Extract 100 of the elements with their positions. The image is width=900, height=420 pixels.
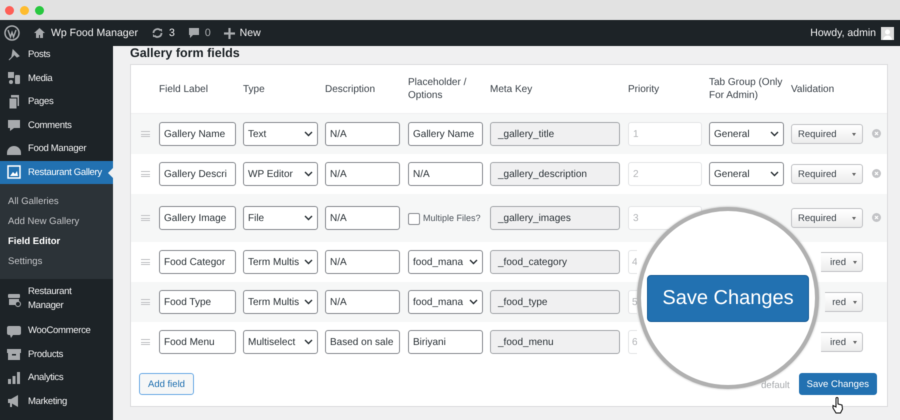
input-field[interactable]: N/A <box>325 250 400 274</box>
input-field[interactable]: N/A <box>325 122 400 146</box>
account-link[interactable]: Howdy, admin <box>810 26 894 40</box>
select-field[interactable]: Multiselect <box>243 330 318 354</box>
chevron-down-icon <box>304 171 313 177</box>
drag-handle-icon[interactable] <box>141 259 150 265</box>
select-field[interactable]: File <box>243 206 318 230</box>
sidebar-item[interactable]: Products <box>0 342 113 366</box>
chevron-down-icon <box>304 215 313 221</box>
column-header: Priority <box>628 82 660 96</box>
column-header: Meta Key <box>490 82 534 96</box>
meta-key-field[interactable]: _food_menu <box>490 330 620 354</box>
drag-handle-icon[interactable] <box>141 131 150 137</box>
select-field[interactable]: General <box>709 162 784 186</box>
input-field[interactable]: Food Type <box>159 290 236 314</box>
home-icon <box>33 27 46 39</box>
sidebar-item[interactable]: Restaurant Gallery <box>0 160 113 184</box>
refresh-icon <box>150 27 164 39</box>
remove-icon[interactable] <box>872 213 881 222</box>
validation-select[interactable]: Required <box>791 124 863 144</box>
input-field[interactable]: Biriyani <box>408 330 483 354</box>
sidebar-item[interactable]: Analytics <box>0 366 113 390</box>
checkbox[interactable] <box>408 212 420 224</box>
section-title: Gallery form fields <box>130 47 241 59</box>
updates-link[interactable]: 3 <box>150 27 175 39</box>
drag-handle-icon[interactable] <box>141 215 150 221</box>
input-field[interactable]: Gallery Image <box>159 206 236 230</box>
column-header: Validation <box>791 82 836 96</box>
validation-select[interactable]: ired <box>821 332 863 352</box>
updates-count: 3 <box>168 27 175 39</box>
meta-key-field[interactable]: _gallery_description <box>490 162 620 186</box>
zoom-button[interactable] <box>35 6 44 14</box>
pin-icon <box>6 46 22 63</box>
select-field[interactable]: food_mana <box>408 250 483 274</box>
sidebar-item[interactable]: Food Manager <box>0 137 113 160</box>
select-field[interactable]: Term Multis <box>243 250 318 274</box>
column-header: Placeholder / Options <box>408 76 468 102</box>
close-button[interactable] <box>5 6 14 14</box>
save-changes-button[interactable]: Save Changes <box>647 274 809 322</box>
checkbox-label: Multiple Files? <box>423 212 481 224</box>
drag-handle-icon[interactable] <box>141 339 150 345</box>
sidebar-item[interactable]: Restaurant Manager <box>0 279 113 319</box>
gallery-icon <box>6 164 22 180</box>
submenu-item[interactable]: Add New Gallery <box>0 211 113 231</box>
input-field[interactable]: Food Categor <box>159 250 236 274</box>
wordpress-logo-icon[interactable] <box>4 25 20 41</box>
input-field[interactable]: Gallery Name <box>408 122 483 146</box>
box-icon <box>6 346 22 362</box>
minimize-button[interactable] <box>20 6 29 14</box>
remove-icon[interactable] <box>872 129 881 138</box>
column-header: Description <box>325 82 376 96</box>
meta-key-field[interactable]: _food_type <box>490 290 620 314</box>
avatar-icon <box>881 26 894 40</box>
comments-link[interactable]: 0 <box>188 27 211 39</box>
input-field[interactable]: Based on sale <box>325 330 400 354</box>
store-icon <box>6 291 22 307</box>
column-header: Tab Group (Only For Admin) <box>709 76 784 102</box>
save-changes-button[interactable]: Save Changes <box>798 373 877 395</box>
validation-select[interactable]: Required <box>791 208 863 228</box>
remove-icon[interactable] <box>872 169 881 178</box>
submenu-item[interactable]: Field Editor <box>0 231 113 251</box>
media-icon <box>6 70 22 86</box>
chevron-down-icon <box>469 259 478 265</box>
sidebar-item[interactable]: Media <box>0 66 113 90</box>
select-field[interactable]: Term Multis <box>243 290 318 314</box>
greeting: Howdy, admin <box>810 27 876 39</box>
sidebar-item[interactable]: Comments <box>0 114 113 137</box>
chevron-down-icon <box>770 131 779 137</box>
drag-handle-icon[interactable] <box>141 299 150 305</box>
input-field[interactable]: N/A <box>408 162 483 186</box>
input-field[interactable]: Gallery Name <box>159 122 236 146</box>
sidebar-item[interactable]: Marketing <box>0 390 113 413</box>
sidebar-item[interactable]: WooCommerce <box>0 319 113 342</box>
sidebar-item[interactable]: Posts <box>0 46 113 66</box>
input-field[interactable]: N/A <box>325 290 400 314</box>
comment-icon <box>188 27 200 39</box>
meta-key-field[interactable]: _gallery_title <box>490 122 620 146</box>
validation-select[interactable]: ired <box>821 252 863 272</box>
select-field[interactable]: General <box>709 122 784 146</box>
select-field[interactable]: Text <box>243 122 318 146</box>
validation-select[interactable]: red <box>825 292 863 312</box>
drag-handle-icon[interactable] <box>141 171 150 177</box>
column-header: Type <box>243 82 266 96</box>
site-link[interactable]: Wp Food Manager <box>33 27 138 39</box>
meta-key-field[interactable]: _gallery_images <box>490 206 620 230</box>
select-field[interactable]: food_mana <box>408 290 483 314</box>
select-field[interactable]: WP Editor <box>243 162 318 186</box>
chevron-down-icon <box>770 171 779 177</box>
validation-select[interactable]: Required <box>791 164 863 184</box>
input-field[interactable]: N/A <box>325 162 400 186</box>
new-link[interactable]: New <box>224 27 261 39</box>
input-field[interactable]: N/A <box>325 206 400 230</box>
input-field[interactable]: Gallery Descri <box>159 162 236 186</box>
input-field[interactable]: Food Menu <box>159 330 236 354</box>
submenu-item[interactable]: All Galleries <box>0 191 113 211</box>
meta-key-field[interactable]: _food_category <box>490 250 620 274</box>
add-field-button[interactable]: Add field <box>139 373 194 395</box>
submenu-item[interactable]: Settings <box>0 251 113 271</box>
comment-icon <box>6 117 22 134</box>
sidebar-item[interactable]: Pages <box>0 90 113 114</box>
